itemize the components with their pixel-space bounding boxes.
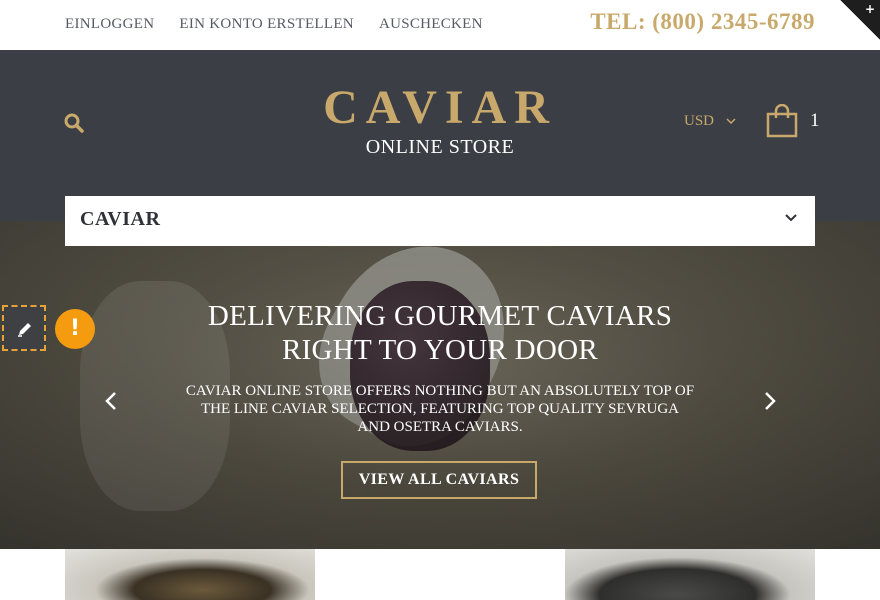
currency-selector[interactable]: USD xyxy=(684,113,736,130)
account-links: EINLOGGEN EIN KONTO ERSTELLEN AUSCHECKEN xyxy=(65,16,483,33)
login-link[interactable]: EINLOGGEN xyxy=(65,16,154,33)
hero-title-line-2: RIGHT TO YOUR DOOR xyxy=(281,334,599,366)
alert-badge[interactable]: ! xyxy=(55,309,95,349)
product-thumbnail[interactable] xyxy=(565,549,815,600)
product-thumbnail[interactable] xyxy=(65,549,315,600)
cart-button[interactable]: 1 xyxy=(766,104,820,138)
category-dropdown[interactable]: CAVIAR xyxy=(65,196,815,246)
logo-subtitle: ONLINE STORE xyxy=(365,136,515,158)
hero-title-line-1: DELIVERING GOURMET CAVIARS xyxy=(207,300,673,332)
chevron-down-icon xyxy=(726,118,736,125)
hero-title: DELIVERING GOURMET CAVIARS RIGHT TO YOUR… xyxy=(0,299,880,367)
phone-number[interactable]: TEL: (800) 2345-6789 xyxy=(590,9,815,35)
create-account-link[interactable]: EIN KONTO ERSTELLEN xyxy=(179,16,354,33)
checkout-link[interactable]: AUSCHECKEN xyxy=(379,16,483,33)
top-bar: EINLOGGEN EIN KONTO ERSTELLEN AUSCHECKEN… xyxy=(0,0,880,50)
category-label: CAVIAR xyxy=(80,208,161,230)
view-all-caviars-button[interactable]: VIEW ALL CAVIARS xyxy=(341,461,537,499)
shopping-bag-icon xyxy=(766,104,798,138)
pencil-icon xyxy=(18,323,31,337)
corner-toggle[interactable]: + xyxy=(840,0,880,40)
hero-description: CAVIAR ONLINE STORE OFFERS NOTHING BUT A… xyxy=(185,383,695,435)
chevron-left-icon[interactable] xyxy=(104,391,118,411)
edit-widget[interactable] xyxy=(2,305,46,351)
product-strip xyxy=(0,549,880,600)
cart-count: 1 xyxy=(810,110,820,131)
currency-label: USD xyxy=(684,113,715,129)
chevron-right-icon[interactable] xyxy=(763,391,777,411)
chevron-down-icon xyxy=(785,214,797,222)
plus-icon: + xyxy=(864,2,875,16)
site-logo[interactable]: CAVIAR ONLINE STORE xyxy=(0,80,880,159)
logo-title: CAVIAR xyxy=(323,81,557,134)
hero-slider: DELIVERING GOURMET CAVIARS RIGHT TO YOUR… xyxy=(0,221,880,549)
